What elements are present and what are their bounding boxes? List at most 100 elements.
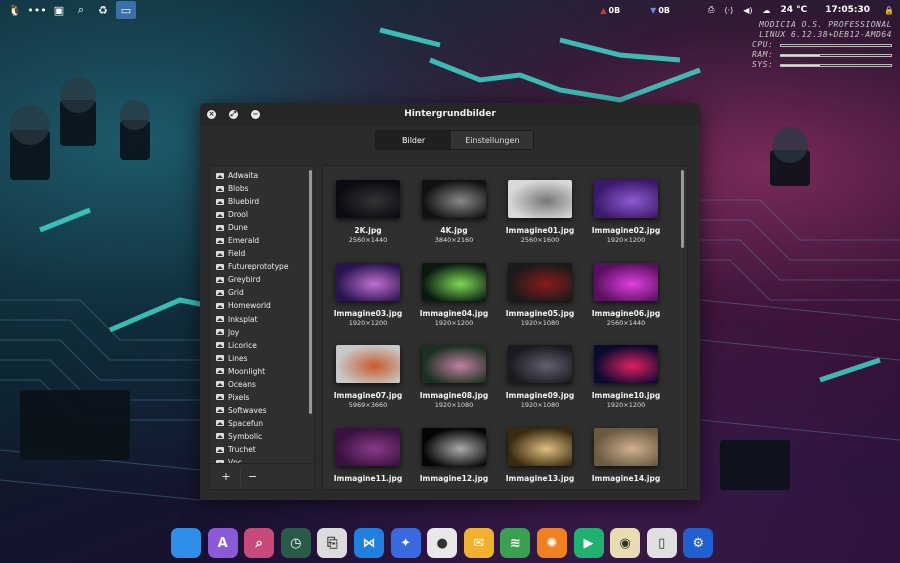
wallpaper-window: × ⤢ − Hintergrundbilder Bilder Einstellu… xyxy=(200,103,700,500)
folder-item[interactable]: Spacefun xyxy=(210,417,306,430)
folder-item[interactable]: Joy xyxy=(210,326,306,339)
image-icon xyxy=(216,185,224,192)
folder-item[interactable]: Field xyxy=(210,247,306,260)
share-icon[interactable]: ⋈ xyxy=(353,528,384,558)
folder-item[interactable]: Dune xyxy=(210,221,306,234)
folder-item[interactable]: Adwaita xyxy=(210,169,306,182)
usb-writer-icon[interactable]: ⎘ xyxy=(317,528,348,558)
folder-item[interactable]: Symbolic xyxy=(210,430,306,443)
speaker-icon[interactable]: ◉ xyxy=(610,528,641,558)
layers-icon[interactable]: ≋ xyxy=(500,528,531,558)
folder-item[interactable]: Moonlight xyxy=(210,365,306,378)
image-tile[interactable]: Immagine09.jpg 1920×1080 xyxy=(500,345,580,409)
grid-scrollbar[interactable] xyxy=(681,170,684,248)
folder-item[interactable]: Softwaves xyxy=(210,404,306,417)
folder-item[interactable]: Pixels xyxy=(210,391,306,404)
image-thumbnail[interactable] xyxy=(594,345,658,383)
temperature[interactable]: 24 °C xyxy=(780,5,807,15)
network-icon[interactable]: ⟨·⟩ xyxy=(724,6,733,15)
media-player-icon[interactable]: ▶ xyxy=(573,528,604,558)
folder-item[interactable]: Truchet xyxy=(210,443,306,456)
folder-item[interactable]: Bluebird xyxy=(210,195,306,208)
image-tile[interactable]: Immagine03.jpg 1920×1200 xyxy=(328,263,408,327)
settings-icon[interactable]: ⚙ xyxy=(683,528,714,558)
image-thumbnail[interactable] xyxy=(594,428,658,466)
image-thumbnail[interactable] xyxy=(336,180,400,218)
printer-icon[interactable]: ⎙ xyxy=(708,5,714,15)
folder-item[interactable]: Licorice xyxy=(210,339,306,352)
folder-item[interactable]: Emerald xyxy=(210,234,306,247)
folder-item[interactable]: Homeworld xyxy=(210,299,306,312)
app-icon-purple[interactable]: A xyxy=(207,528,238,558)
xnview-icon[interactable]: ✺ xyxy=(536,528,567,558)
image-tile[interactable]: Immagine12.jpg xyxy=(414,428,494,484)
folder-icon[interactable] xyxy=(171,528,201,558)
clock[interactable]: 17:05:30 xyxy=(825,5,870,15)
image-resolution: 1920×1080 xyxy=(520,401,560,409)
volume-icon[interactable]: ◀) xyxy=(743,6,752,15)
folder-item[interactable]: Lines xyxy=(210,352,306,365)
clock-icon[interactable]: ◷ xyxy=(280,528,311,558)
image-thumbnail[interactable] xyxy=(422,180,486,218)
image-tile[interactable]: 2K.jpg 2560×1440 xyxy=(328,180,408,244)
image-tile[interactable]: Immagine04.jpg 1920×1200 xyxy=(414,263,494,327)
trash-icon[interactable]: ▯ xyxy=(646,528,677,558)
image-tile[interactable]: Immagine01.jpg 2560×1600 xyxy=(500,180,580,244)
minimize-icon[interactable]: − xyxy=(251,110,260,119)
folder-item[interactable]: Oceans xyxy=(210,378,306,391)
mail-icon[interactable]: ✉ xyxy=(463,528,494,558)
ram-row: RAM: xyxy=(752,50,892,60)
copilot-icon[interactable]: ✦ xyxy=(390,528,421,558)
image-thumbnail[interactable] xyxy=(336,428,400,466)
folder-item[interactable]: Grid xyxy=(210,286,306,299)
image-tile[interactable]: Immagine08.jpg 1920×1080 xyxy=(414,345,494,409)
image-tile[interactable]: Immagine06.jpg 2560×1440 xyxy=(586,263,666,327)
image-icon xyxy=(216,394,224,401)
chrome-icon[interactable]: ● xyxy=(427,528,458,558)
image-thumbnail[interactable] xyxy=(508,180,572,218)
image-tile[interactable]: Immagine10.jpg 1920×1200 xyxy=(586,345,666,409)
folder-item[interactable]: Inksplat xyxy=(210,313,306,326)
screenshot-icon[interactable]: ▣ xyxy=(50,2,68,18)
wallpaper-app-icon[interactable]: ▭ xyxy=(116,1,136,19)
remove-folder-button[interactable]: − xyxy=(240,466,264,487)
image-thumbnail[interactable] xyxy=(422,428,486,466)
dots-icon[interactable]: ••• xyxy=(27,2,46,18)
image-tile[interactable]: Immagine05.jpg 1920×1080 xyxy=(500,263,580,327)
image-thumbnail[interactable] xyxy=(336,263,400,301)
image-thumbnail[interactable] xyxy=(336,345,400,383)
image-tile[interactable]: Immagine07.jpg 5969×3660 xyxy=(328,345,408,409)
tux-icon[interactable]: 🐧 xyxy=(6,2,24,18)
image-thumbnail[interactable] xyxy=(508,428,572,466)
image-resolution: 1920×1200 xyxy=(606,236,646,244)
recycle-icon[interactable]: ♻ xyxy=(94,2,112,18)
close-icon[interactable]: × xyxy=(207,110,216,119)
folder-label: Joy xyxy=(228,327,240,337)
folder-label: Dune xyxy=(228,223,248,233)
weather-icon[interactable]: ☁ xyxy=(762,6,770,15)
window-titlebar[interactable]: × ⤢ − Hintergrundbilder xyxy=(200,103,700,125)
tab-einstellungen[interactable]: Einstellungen xyxy=(451,131,534,149)
image-thumbnail[interactable] xyxy=(508,345,572,383)
image-thumbnail[interactable] xyxy=(422,263,486,301)
maximize-icon[interactable]: ⤢ xyxy=(229,110,238,119)
image-thumbnail[interactable] xyxy=(508,263,572,301)
folder-item[interactable]: Futureprototype xyxy=(210,260,306,273)
sidebar-scrollbar[interactable] xyxy=(309,170,312,414)
image-thumbnail[interactable] xyxy=(594,263,658,301)
image-tile[interactable]: Immagine14.jpg xyxy=(586,428,666,484)
image-tile[interactable]: Immagine02.jpg 1920×1200 xyxy=(586,180,666,244)
tab-bilder[interactable]: Bilder xyxy=(376,131,452,149)
image-tile[interactable]: Immagine13.jpg xyxy=(500,428,580,484)
search-icon[interactable]: ⌕ xyxy=(72,2,90,18)
image-thumbnail[interactable] xyxy=(422,345,486,383)
image-thumbnail[interactable] xyxy=(594,180,658,218)
image-tile[interactable]: Immagine11.jpg xyxy=(328,428,408,484)
image-tile[interactable]: 4K.jpg 3840×2160 xyxy=(414,180,494,244)
image-viewer-icon[interactable]: ⌕ xyxy=(244,528,275,558)
folder-item[interactable]: Blobs xyxy=(210,182,306,195)
lock-icon[interactable]: 🔒 xyxy=(884,6,894,15)
folder-item[interactable]: Drool xyxy=(210,208,306,221)
folder-item[interactable]: Greybird xyxy=(210,273,306,286)
add-folder-button[interactable]: + xyxy=(214,467,238,487)
